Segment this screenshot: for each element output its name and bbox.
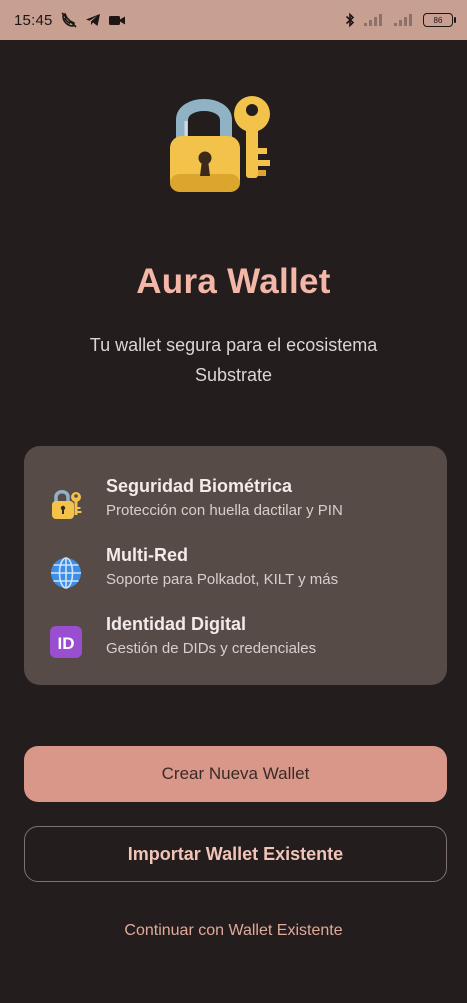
feature-title: Seguridad Biométrica	[106, 476, 293, 496]
feature-item-digital-identity: ID Identidad Digital Gestión de DIDs y c…	[24, 614, 447, 664]
feature-item-security: Seguridad Biométrica Protección con huel…	[24, 476, 447, 526]
app-title: Aura Wallet	[136, 262, 331, 301]
status-right: 86	[345, 12, 456, 28]
video-icon	[108, 14, 126, 27]
feature-description: Soporte para Polkadot, KILT y más	[106, 571, 339, 588]
lock-with-key-icon	[160, 82, 280, 202]
globe-icon	[48, 555, 84, 591]
locked-with-key-icon	[48, 486, 84, 522]
status-bar: 15:45 86	[0, 0, 467, 40]
signal-icon	[393, 13, 415, 27]
create-wallet-button[interactable]: Crear Nueva Wallet	[24, 746, 447, 802]
import-wallet-button[interactable]: Importar Wallet Existente	[24, 826, 447, 882]
app-subtitle: Tu wallet segura para el ecosistema Subs…	[89, 335, 378, 385]
battery-level: 86	[433, 15, 443, 25]
status-left: 15:45	[14, 12, 126, 29]
bluetooth-icon	[345, 12, 355, 28]
features-card: Seguridad Biométrica Protección con huel…	[24, 446, 447, 685]
telegram-icon	[85, 13, 101, 27]
feature-description: Protección con huella dactilar y PIN	[106, 502, 343, 519]
feature-title: Multi-Red	[106, 545, 188, 565]
muted-call-icon	[60, 12, 78, 28]
svg-text:ID: ID	[58, 634, 75, 653]
continue-existing-wallet-link[interactable]: Continuar con Wallet Existente	[0, 922, 467, 940]
feature-title: Identidad Digital	[106, 614, 247, 634]
status-time: 15:45	[14, 11, 53, 29]
id-icon: ID	[48, 624, 84, 660]
feature-item-multi-network: Multi-Red Soporte para Polkadot, KILT y …	[24, 545, 447, 595]
battery-icon: 86	[423, 13, 456, 27]
signal-icon	[363, 13, 385, 27]
welcome-screen: 15:45 86 Aura Wallet Tu wallet segura pa…	[0, 0, 467, 1003]
feature-description: Gestión de DIDs y credenciales	[106, 640, 317, 657]
